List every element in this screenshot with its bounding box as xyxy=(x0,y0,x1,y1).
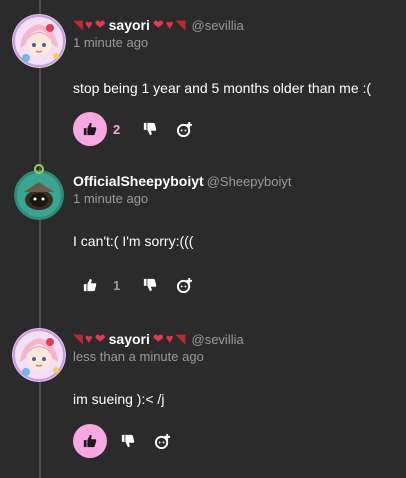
heart-emoji-icon: ❤ xyxy=(152,331,164,346)
dislike-button[interactable] xyxy=(111,424,145,458)
comment-header: ◥ ♥ ❤ sayori ❤ ♥ ◥ @sevillia xyxy=(73,14,244,36)
display-name[interactable]: sayori xyxy=(109,17,150,33)
heart-emoji-icon: ❤ xyxy=(94,17,106,32)
comment-actions xyxy=(73,424,179,458)
comment-text: I can't:( I'm sorry:((( xyxy=(73,233,194,249)
anime-girl-avatar-icon xyxy=(12,14,66,68)
like-button[interactable] xyxy=(73,112,107,146)
timestamp: 1 minute ago xyxy=(73,191,149,206)
thumbs-down-icon xyxy=(143,122,157,136)
reply-button[interactable] xyxy=(167,268,201,302)
anime-girl-avatar-icon xyxy=(12,328,66,382)
timestamp: less than a minute ago xyxy=(73,349,204,364)
heart-emoji-icon: ❤ xyxy=(94,331,106,346)
like-count: 1 xyxy=(113,277,121,293)
avatar[interactable] xyxy=(14,170,64,220)
boot-emoji-icon: ◥ xyxy=(175,17,186,32)
sparkle-heart-emoji-icon: ♥ xyxy=(165,331,174,346)
frame-ornament-icon xyxy=(34,164,44,174)
sparkle-heart-emoji-icon: ♥ xyxy=(85,331,93,346)
like-button[interactable] xyxy=(73,424,107,458)
like-button[interactable] xyxy=(73,268,107,302)
comment-text: im sueing ):< /j xyxy=(73,391,165,407)
comment-text: stop being 1 year and 5 months older tha… xyxy=(73,80,372,96)
user-handle[interactable]: @Sheepyboiyt xyxy=(207,174,292,189)
boot-emoji-icon: ◥ xyxy=(73,17,83,32)
boot-emoji-icon: ◥ xyxy=(175,331,186,346)
add-reply-icon xyxy=(154,433,170,449)
timestamp: 1 minute ago xyxy=(73,35,149,50)
like-count: 2 xyxy=(113,121,121,137)
thumbs-up-icon xyxy=(83,122,97,136)
comment-actions: 1 xyxy=(73,268,201,302)
comment-header: ◥ ♥ ❤ sayori ❤ ♥ ◥ @sevillia xyxy=(73,328,244,350)
user-handle[interactable]: @sevillia xyxy=(192,332,244,347)
sparkle-heart-emoji-icon: ♥ xyxy=(165,17,174,32)
thumbs-down-icon xyxy=(143,278,157,292)
dislike-button[interactable] xyxy=(133,268,167,302)
avatar[interactable] xyxy=(12,14,66,68)
thumbs-down-icon xyxy=(121,434,135,448)
add-reply-icon xyxy=(176,277,192,293)
user-handle[interactable]: @sevillia xyxy=(192,18,244,33)
heart-emoji-icon: ❤ xyxy=(152,17,164,32)
display-name[interactable]: sayori xyxy=(109,331,150,347)
reply-button[interactable] xyxy=(167,112,201,146)
dislike-button[interactable] xyxy=(133,112,167,146)
thread-line xyxy=(39,0,41,478)
display-name[interactable]: OfficialSheepyboiyt xyxy=(73,173,204,189)
avatar[interactable] xyxy=(12,328,66,382)
boot-emoji-icon: ◥ xyxy=(73,331,83,346)
sparkle-heart-emoji-icon: ♥ xyxy=(85,17,93,32)
comment-header: OfficialSheepyboiyt @Sheepyboiyt xyxy=(73,170,291,192)
add-reply-icon xyxy=(176,121,192,137)
comment-actions: 2 xyxy=(73,112,201,146)
sheep-avatar-icon xyxy=(14,170,64,220)
thumbs-up-icon xyxy=(83,434,97,448)
reply-button[interactable] xyxy=(145,424,179,458)
thumbs-up-icon xyxy=(83,278,97,292)
